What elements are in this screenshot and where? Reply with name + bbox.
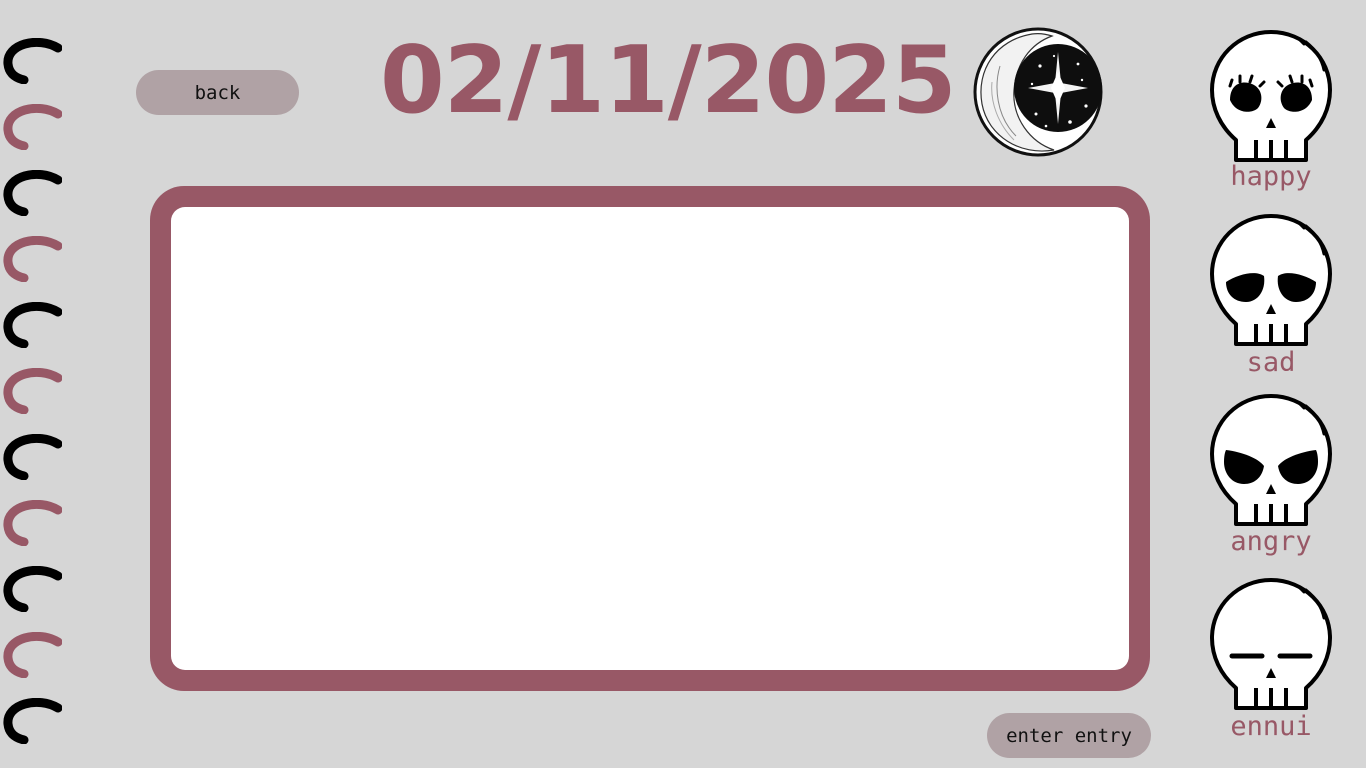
spiral-ring-icon (3, 698, 62, 744)
ennui-skull-icon (1210, 578, 1332, 710)
mood-ennui[interactable]: ennui (1196, 576, 1346, 748)
spiral-ring-icon (3, 566, 62, 612)
spiral-binding (0, 38, 70, 768)
mood-sad[interactable]: sad (1196, 212, 1346, 380)
mood-label: angry (1230, 526, 1312, 557)
entry-frame (150, 186, 1150, 691)
sad-skull-icon (1210, 214, 1332, 346)
back-button[interactable]: back (136, 70, 299, 115)
spiral-ring-icon (3, 104, 62, 150)
mood-happy[interactable]: happy (1196, 28, 1346, 198)
page-title: 02/11/2025 (380, 26, 957, 134)
spiral-ring-icon (3, 38, 62, 84)
mood-label: sad (1246, 347, 1296, 378)
spiral-ring-icon (3, 302, 62, 348)
mood-label: ennui (1230, 711, 1312, 742)
spiral-ring-icon (3, 632, 62, 678)
spiral-ring-icon (3, 368, 62, 414)
spiral-ring-icon (3, 434, 62, 480)
spiral-ring-icon (3, 236, 62, 282)
journal-entry-input[interactable] (171, 207, 1129, 670)
mood-angry[interactable]: angry (1196, 392, 1346, 560)
moon-star-icon (973, 27, 1103, 157)
spiral-ring-icon (3, 170, 62, 216)
happy-skull-icon (1210, 30, 1332, 162)
mood-label: happy (1230, 161, 1312, 192)
enter-entry-button[interactable]: enter entry (987, 713, 1151, 758)
spiral-ring-icon (3, 500, 62, 546)
angry-skull-icon (1210, 394, 1332, 526)
